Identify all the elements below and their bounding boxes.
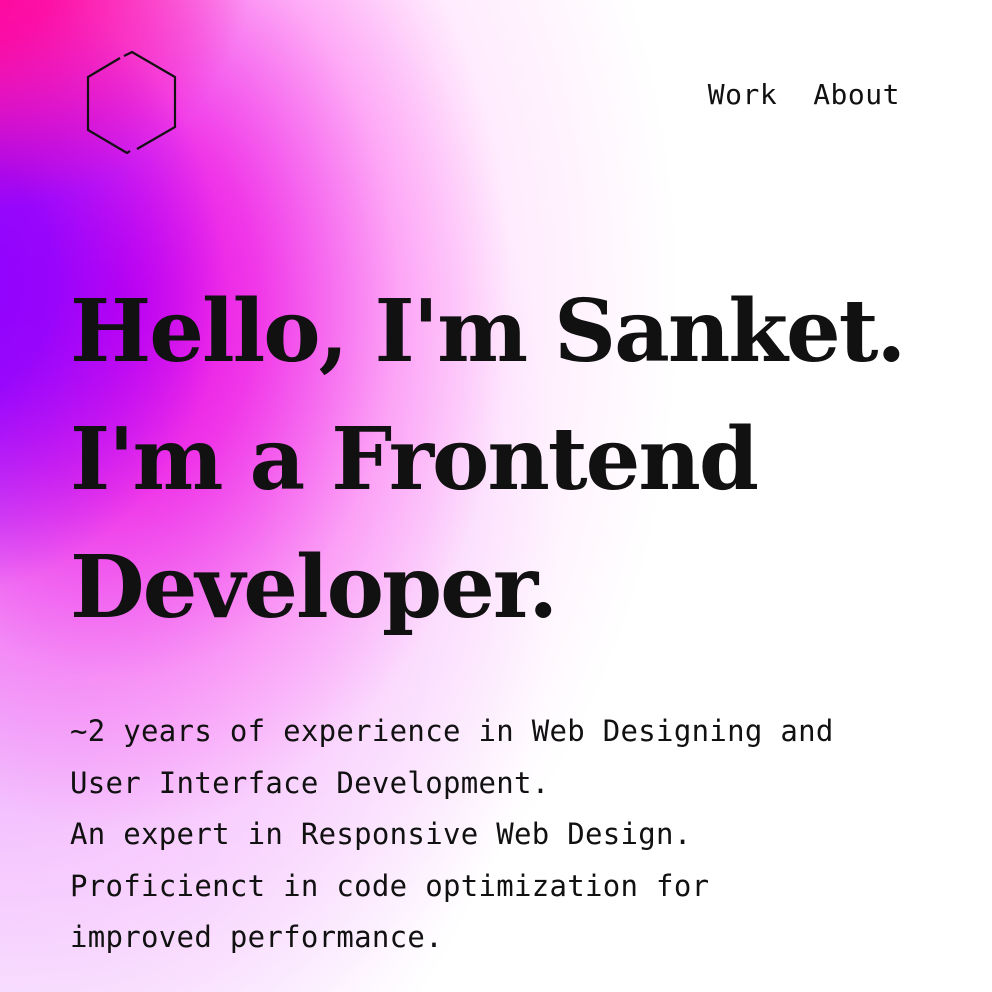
description-line: An expert in Responsive Web Design. (70, 817, 692, 851)
nav-link-about[interactable]: About (813, 78, 900, 111)
hero-line-greeting: Hello, I'm Sanket. (70, 281, 906, 382)
page: Work About Hello, I'm Sanket. I'm a Fron… (0, 0, 992, 992)
description-line: User Interface Development. (70, 765, 550, 800)
main-nav: Work About (708, 78, 900, 111)
description-line: improved performance. (70, 920, 443, 954)
hero-line-title: Developer. (70, 537, 558, 638)
nav-link-work[interactable]: Work (708, 78, 777, 111)
hexagon-logo-icon[interactable] (84, 50, 180, 154)
hero-line-role: I'm a Frontend (70, 409, 759, 510)
description-line: ~2 years of experience in Web Designing … (70, 714, 834, 748)
description-line: Proficienct in code optimization for (70, 868, 710, 903)
intro-description: ~2 years of experience in Web Designing … (70, 706, 930, 964)
hero-heading: Hello, I'm Sanket. I'm a Frontend Develo… (70, 268, 906, 652)
